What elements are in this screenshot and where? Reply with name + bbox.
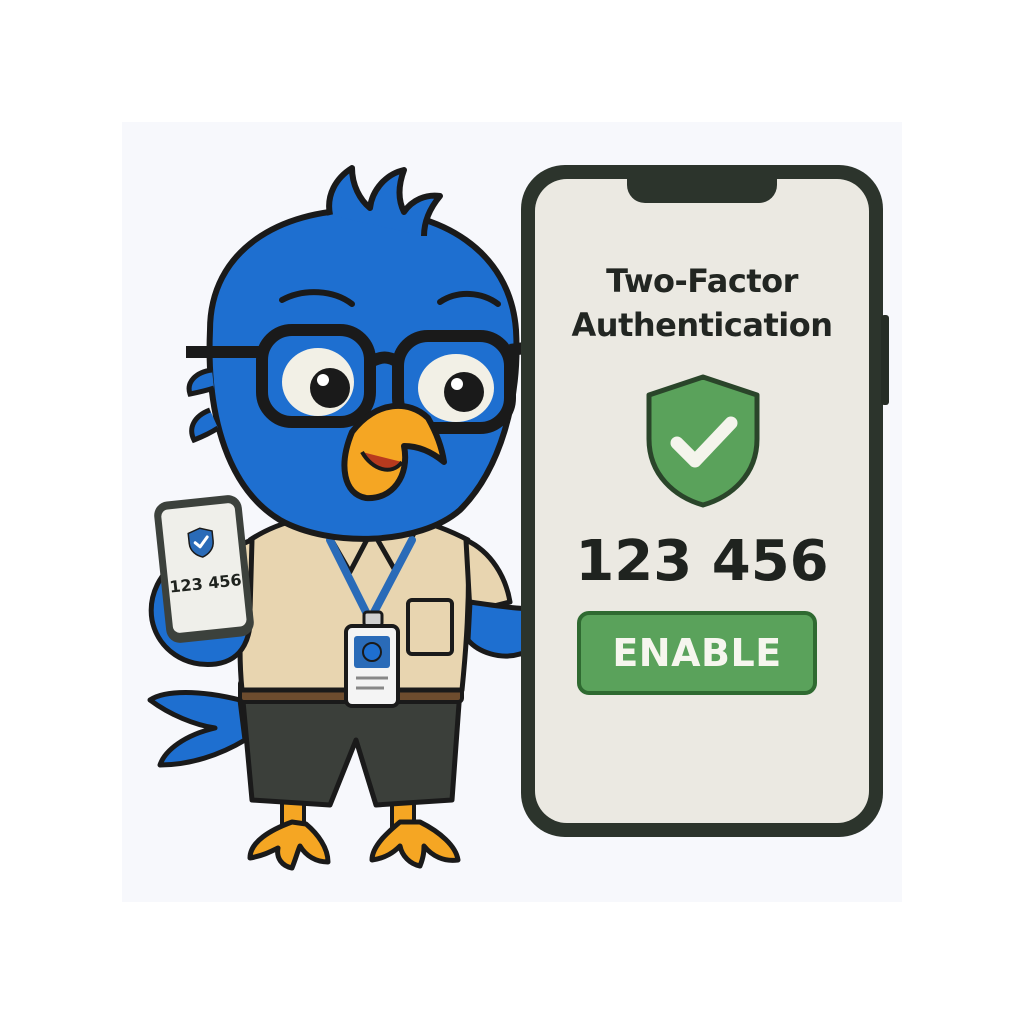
title-line-1: Two-Factor [606, 262, 798, 300]
shield-check-icon [646, 374, 760, 508]
phone-notch [627, 179, 777, 203]
small-phone-code: 123 456 [168, 570, 243, 597]
title-line-2: Authentication [571, 306, 833, 344]
enable-button[interactable]: ENABLE [577, 611, 817, 695]
verification-code: 123 456 [575, 529, 829, 594]
small-phone: 123 456 [152, 493, 256, 645]
left-foot [247, 819, 331, 871]
screen-title: Two-Factor Authentication [535, 259, 869, 347]
shield-check-icon [187, 527, 214, 558]
phone-screen: Two-Factor Authentication 123 456 ENABLE [535, 179, 869, 823]
bird-tail [147, 690, 248, 768]
right-foot [369, 819, 461, 869]
phone-device: Two-Factor Authentication 123 456 ENABLE [521, 165, 889, 837]
shirt-pocket [406, 598, 454, 656]
id-badge-icon [344, 610, 400, 708]
small-phone-screen: 123 456 [160, 502, 248, 634]
phone-side-button [881, 315, 889, 405]
